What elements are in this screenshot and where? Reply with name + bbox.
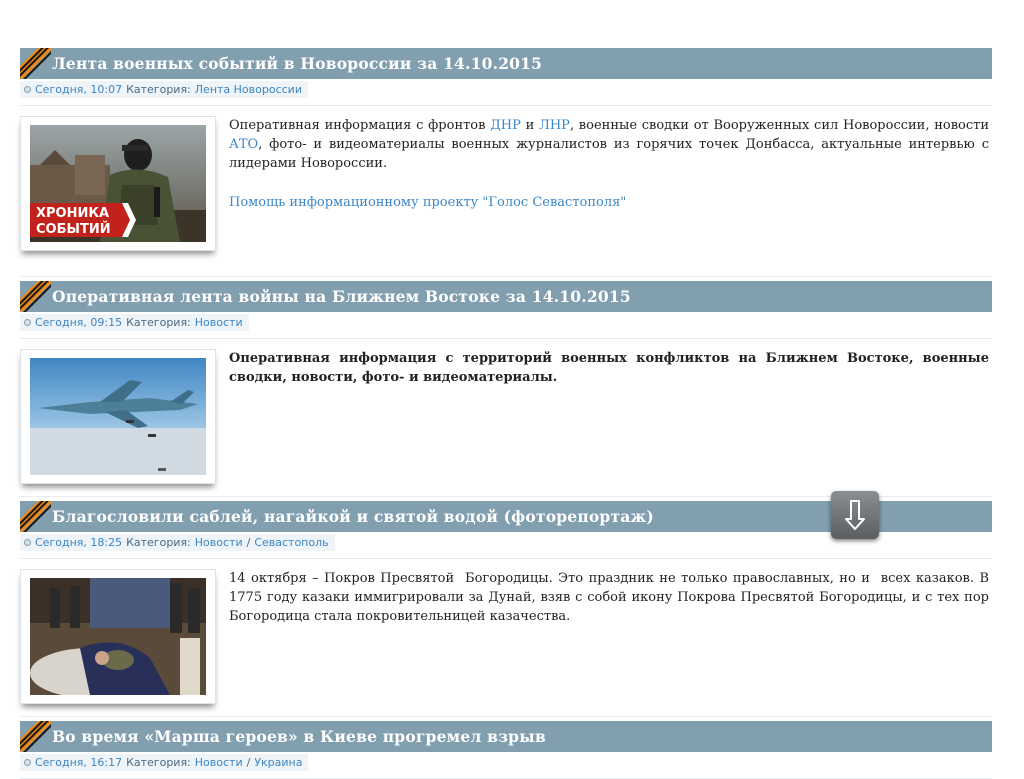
article-date-link[interactable]: Сегодня, 09:15 (35, 316, 122, 329)
fighter-jet-image (30, 358, 206, 475)
article-title-link[interactable]: Благословили саблей, нагайкой и святой в… (52, 501, 654, 532)
cossack-ceremony-image (30, 578, 206, 695)
article-body: Оперативная информация с территорий воен… (20, 339, 992, 499)
article-thumbnail[interactable] (20, 349, 216, 484)
article-meta: Сегодня, 09:15 Категория: Новости (20, 312, 992, 339)
article-title-bar: Во время «Марша героев» в Киеве прогреме… (20, 721, 992, 752)
st-george-ribbon-icon (20, 501, 51, 532)
article-summary: Оперативная информация с территорий воен… (229, 351, 989, 385)
ato-link[interactable]: АТО (229, 137, 258, 152)
clock-icon (24, 539, 31, 546)
dnr-link[interactable]: ДНР (490, 118, 521, 133)
st-george-ribbon-icon (20, 48, 51, 79)
category-link[interactable]: Севастополь (254, 536, 328, 549)
summary-text: Оперативная информация с фронтов (229, 118, 491, 133)
article-date-link[interactable]: Сегодня, 16:17 (35, 756, 122, 769)
article-1: Лента военных событий в Новороссии за 14… (20, 48, 992, 279)
st-george-ribbon-icon (20, 281, 51, 312)
article-body: 14 октября – Покров Пресвятой Богородицы… (20, 559, 992, 719)
category-label: Категория: (126, 756, 191, 769)
category-link[interactable]: Новости (195, 316, 243, 329)
st-george-ribbon-icon (20, 721, 51, 752)
arrow-down-icon (845, 500, 865, 530)
category-link[interactable]: Новости (195, 536, 243, 549)
article-summary: 14 октября – Покров Пресвятой Богородицы… (229, 571, 994, 624)
article-date-link[interactable]: Сегодня, 10:07 (35, 83, 122, 96)
article-title-link[interactable]: Оперативная лента войны на Ближнем Восто… (52, 281, 631, 312)
summary-text: , военные сводки от Вооруженных сил Ново… (569, 118, 989, 133)
category-link[interactable]: Лента Новороссии (195, 83, 302, 96)
category-separator: / (246, 756, 251, 769)
help-project-link[interactable]: Помощь информационному проекту "Голос Се… (229, 195, 626, 210)
article-2: Оперативная лента войны на Ближнем Восто… (20, 281, 992, 499)
clock-icon (24, 759, 31, 766)
summary-text: и (520, 118, 539, 133)
category-link[interactable]: Украина (254, 756, 302, 769)
category-label: Категория: (126, 536, 191, 549)
article-4: Во время «Марша героев» в Киеве прогреме… (20, 721, 992, 779)
clock-icon (24, 319, 31, 326)
summary-text: , фото- и видеоматериалы военных журнали… (229, 137, 989, 171)
article-title-link[interactable]: Лента военных событий в Новороссии за 14… (52, 48, 542, 79)
clock-icon (24, 86, 31, 93)
article-thumbnail[interactable] (20, 569, 216, 704)
divider (20, 276, 992, 277)
scroll-down-button[interactable] (831, 491, 879, 539)
article-thumbnail[interactable]: ХРОНИКА СОБЫТИЙ (20, 116, 216, 251)
article-title-bar: Лента военных событий в Новороссии за 14… (20, 48, 992, 79)
article-title-link[interactable]: Во время «Марша героев» в Киеве прогреме… (52, 721, 546, 752)
category-separator: / (246, 536, 251, 549)
category-link[interactable]: Новости (195, 756, 243, 769)
article-title-bar: Оперативная лента войны на Ближнем Восто… (20, 281, 992, 312)
article-date-link[interactable]: Сегодня, 18:25 (35, 536, 122, 549)
article-meta: Сегодня, 16:17 Категория: Новости / Укра… (20, 752, 992, 779)
image-caption-line1: ХРОНИКА (36, 206, 109, 221)
article-body: ХРОНИКА СОБЫТИЙ Оперативная информация с… (20, 106, 992, 279)
category-label: Категория: (126, 316, 191, 329)
article-meta: Сегодня, 10:07 Категория: Лента Новоросс… (20, 79, 992, 106)
divider (20, 716, 992, 717)
militia-soldier-image: ХРОНИКА СОБЫТИЙ (30, 125, 206, 242)
lnr-link[interactable]: ЛНР (539, 118, 570, 133)
article-summary: Оперативная информация с фронтов ДНР и Л… (229, 116, 989, 212)
image-caption-line2: СОБЫТИЙ (36, 221, 111, 237)
category-label: Категория: (126, 83, 191, 96)
